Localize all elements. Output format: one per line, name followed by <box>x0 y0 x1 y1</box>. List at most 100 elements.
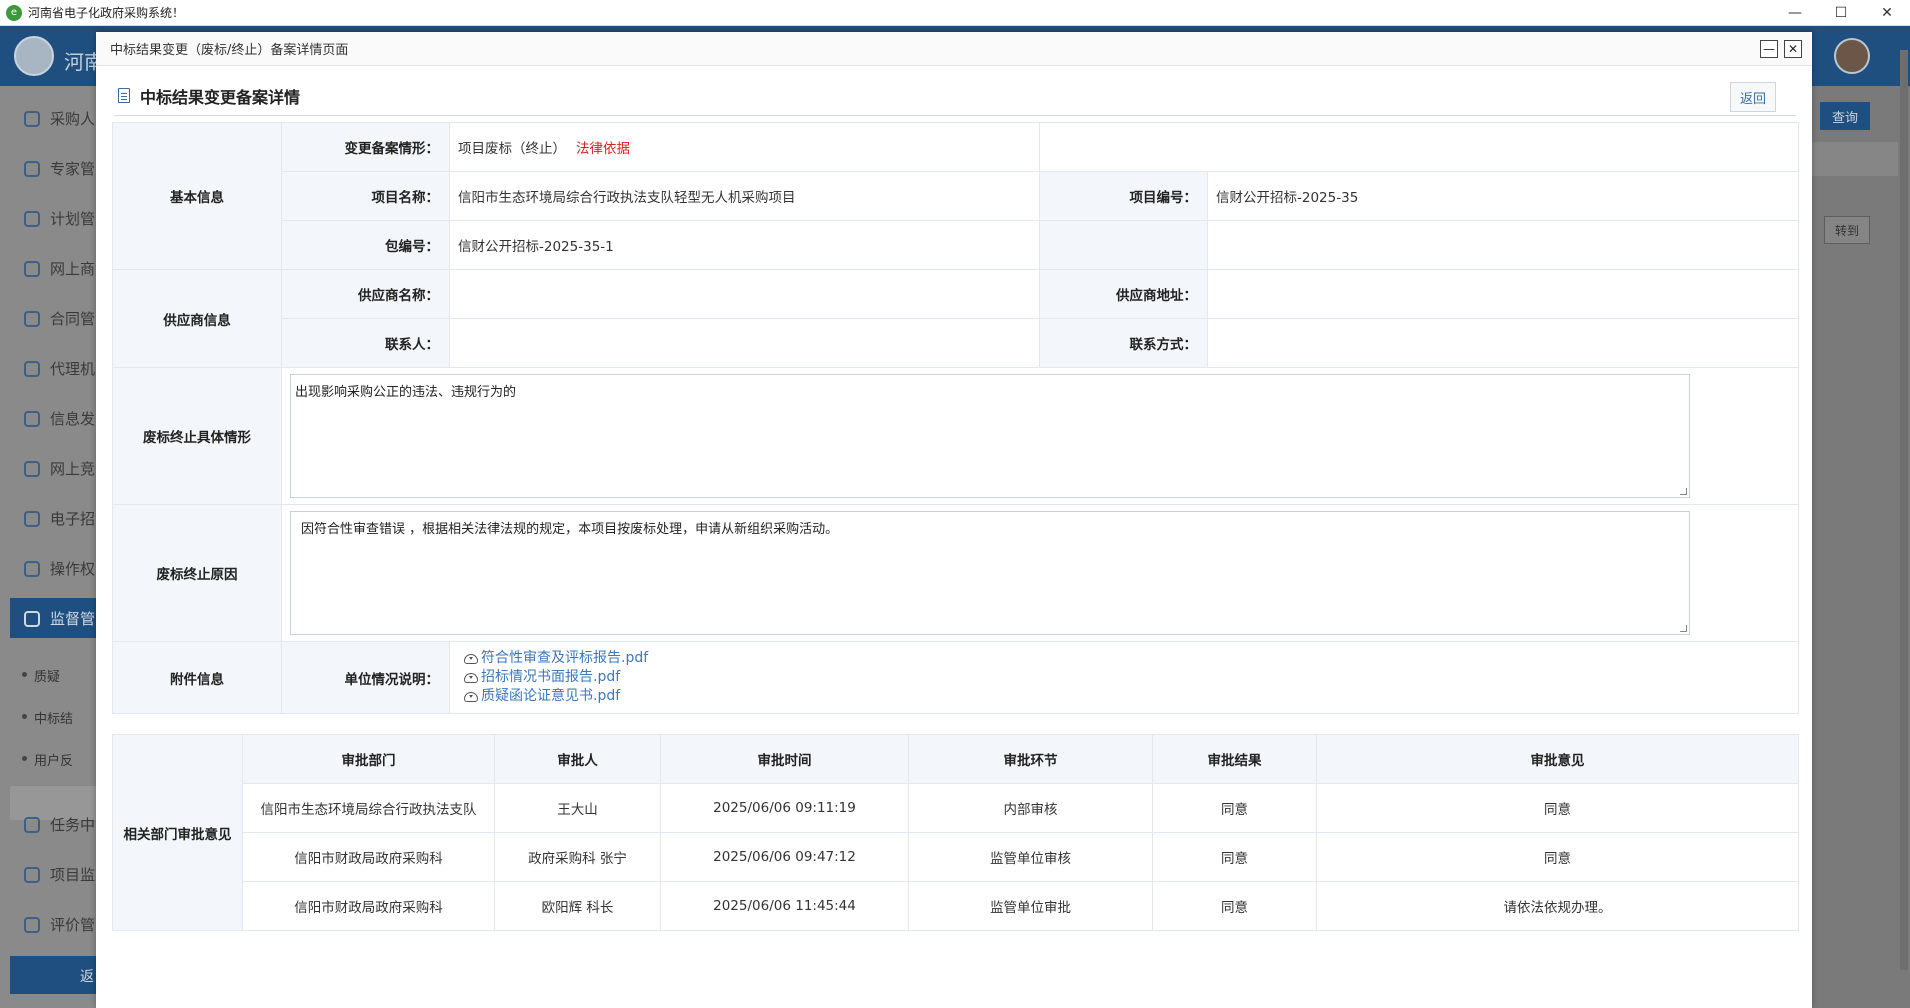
menu-icon <box>24 510 40 527</box>
sidebar-item[interactable]: 任务中 <box>24 814 95 835</box>
table-row: 项目名称： 信阳市生态环境局综合行政执法支队轻型无人机采购项目 项目编号： 信财… <box>113 171 1799 221</box>
change-type-value: 项目废标（终止） <box>458 141 566 157</box>
menu-icon <box>24 410 40 427</box>
approval-opinion: 同意 <box>1316 783 1799 833</box>
menu-icon <box>24 360 40 377</box>
section-title: 中标结果变更备案详情 <box>140 87 301 107</box>
app-right-panel: 查询 转到 <box>1812 50 1910 1008</box>
contact-method-label: 联系方式： <box>1039 318 1208 368</box>
modal-controls: — ✕ <box>1760 40 1802 58</box>
file-cell: 符合性审查及评标报告.pdf 招标情况书面报告.pdf 质疑函论证意见书.pdf <box>449 641 1799 714</box>
menu-icon <box>24 866 40 883</box>
legal-basis-link[interactable]: 法律依据 <box>576 141 630 157</box>
sidebar-subitem[interactable]: 用户反 <box>21 750 73 769</box>
approval-stage: 内部审核 <box>908 783 1153 833</box>
attachment-label: 附件信息 <box>112 641 282 714</box>
supplier-address-label: 供应商地址： <box>1039 269 1208 319</box>
table-row: 基本信息 变更备案情形： 项目废标（终止） 法律依据 <box>112 122 1799 270</box>
menu-icon <box>24 210 40 227</box>
file-list: 符合性审查及评标报告.pdf 招标情况书面报告.pdf 质疑函论证意见书.pdf <box>450 643 1798 712</box>
contact-method-value <box>1207 318 1799 368</box>
modal-close-icon[interactable]: ✕ <box>1784 40 1802 58</box>
change-type-label: 变更备案情形： <box>281 122 450 172</box>
project-name-value: 信阳市生态环境局综合行政执法支队轻型无人机采购项目 <box>449 171 1040 221</box>
file-link[interactable]: 质疑函论证意见书.pdf <box>464 687 1798 706</box>
approval-time: 2025/06/06 11:45:44 <box>660 881 909 931</box>
sidebar-item[interactable]: 采购人 <box>24 108 95 129</box>
file-link[interactable]: 符合性审查及评标报告.pdf <box>464 649 1798 668</box>
table-row: 信阳市生态环境局综合行政执法支队 王大山 2025/06/06 09:11:19… <box>113 783 1799 833</box>
project-name-label: 项目名称： <box>281 171 450 221</box>
supplier-name-label: 供应商名称： <box>281 269 450 319</box>
sidebar-item[interactable]: 计划管 <box>24 208 95 229</box>
app-icon: e <box>6 4 22 21</box>
shield-icon <box>24 610 40 627</box>
window-controls: — ☐ ✕ <box>1772 0 1910 26</box>
situation-textarea[interactable]: 出现影响采购公正的违法、违规行为的 <box>290 374 1690 498</box>
sidebar-item[interactable]: 代理机 <box>24 358 95 379</box>
approval-dept: 信阳市生态环境局综合行政执法支队 <box>242 783 495 833</box>
project-no-value: 信财公开招标-2025-35 <box>1207 171 1799 221</box>
empty-cell <box>1039 122 1799 172</box>
approval-result: 同意 <box>1152 832 1317 882</box>
column-header: 审批环节 <box>908 734 1153 784</box>
unit-desc-label: 单位情况说明： <box>281 641 450 714</box>
window-title: 河南省电子化政府采购系统！ <box>28 6 185 20</box>
table-row: 信阳市财政局政府采购科 政府采购科 张宁 2025/06/06 09:47:12… <box>113 832 1799 882</box>
sidebar-subitem[interactable]: 质疑 <box>21 666 60 685</box>
table-header-row: 相关部门审批意见 审批部门 审批人 审批时间 审批环节 审批结果 审批意见 <box>112 734 1799 931</box>
approval-stage: 监管单位审核 <box>908 832 1153 882</box>
modal-title: 中标结果变更（废标/终止）备案详情页面 <box>110 43 349 58</box>
supplier-info-label: 供应商信息 <box>112 269 282 368</box>
table-row: 信阳市财政局政府采购科 欧阳辉 科长 2025/06/06 11:45:44 监… <box>113 881 1799 931</box>
sidebar-item[interactable]: 电子招 <box>24 508 95 529</box>
column-header: 审批人 <box>494 734 661 784</box>
reason-label: 废标终止原因 <box>112 504 282 642</box>
table-row: 供应商信息 供应商名称： 供应商地址： <box>112 269 1799 368</box>
situation-cell: 出现影响采购公正的违法、违规行为的 <box>281 367 1799 505</box>
empty-value <box>1207 220 1799 270</box>
goto-button[interactable]: 转到 <box>1824 216 1870 244</box>
package-no-label: 包编号： <box>281 220 450 270</box>
sidebar-item[interactable]: 网上竞 <box>24 458 95 479</box>
sidebar-subitem-active[interactable]: 中标结 <box>21 708 73 727</box>
approval-opinion: 请依法依规办理。 <box>1316 881 1799 931</box>
menu-icon <box>24 916 40 933</box>
approval-time: 2025/06/06 09:47:12 <box>660 832 909 882</box>
sidebar-item[interactable]: 项目监 <box>24 864 95 885</box>
approval-person: 政府采购科 张宁 <box>494 832 661 882</box>
sidebar-item[interactable]: 网上商 <box>24 258 95 279</box>
menu-icon <box>24 110 40 127</box>
close-icon[interactable]: ✕ <box>1864 0 1910 26</box>
sidebar-back-button[interactable]: 返 <box>10 956 96 994</box>
back-button[interactable]: 返回 <box>1730 82 1776 112</box>
menu-icon <box>24 260 40 277</box>
approval-dept: 信阳市财政局政府采购科 <box>242 881 495 931</box>
approval-opinion: 同意 <box>1316 832 1799 882</box>
menu-icon <box>24 460 40 477</box>
supplier-name-value <box>449 269 1040 319</box>
sidebar-item[interactable]: 评价管 <box>24 914 95 935</box>
sidebar-item[interactable]: 操作权 <box>24 558 95 579</box>
sidebar-item[interactable]: 专家管 <box>24 158 95 179</box>
column-header: 审批结果 <box>1152 734 1317 784</box>
approval-table: 相关部门审批意见 审批部门 审批人 审批时间 审批环节 审批结果 审批意见 信阳… <box>112 734 1799 931</box>
menu-icon <box>24 816 40 833</box>
sidebar-item-active[interactable]: 监督管 <box>24 608 95 629</box>
sidebar-item[interactable]: 合同管 <box>24 308 95 329</box>
file-link[interactable]: 招标情况书面报告.pdf <box>464 668 1798 687</box>
query-button[interactable]: 查询 <box>1820 102 1870 130</box>
contact-label: 联系人： <box>281 318 450 368</box>
scrollbar[interactable] <box>1900 50 1908 970</box>
modal-minimize-icon[interactable]: — <box>1760 40 1778 58</box>
table-row: 包编号： 信财公开招标-2025-35-1 <box>113 220 1799 270</box>
reason-textarea[interactable]: 因符合性审查错误 ，根据相关法律法规的规定，本项目按废标处理，申请从新组织采购活… <box>290 511 1690 635</box>
approval-group-label: 相关部门审批意见 <box>112 734 243 931</box>
avatar[interactable] <box>1834 38 1870 74</box>
document-icon <box>118 88 130 103</box>
basic-info-label: 基本信息 <box>112 122 282 270</box>
minimize-icon[interactable]: — <box>1772 0 1818 26</box>
sidebar-item[interactable]: 信息发 <box>24 408 95 429</box>
app-logo <box>14 36 54 76</box>
maximize-icon[interactable]: ☐ <box>1818 0 1864 26</box>
